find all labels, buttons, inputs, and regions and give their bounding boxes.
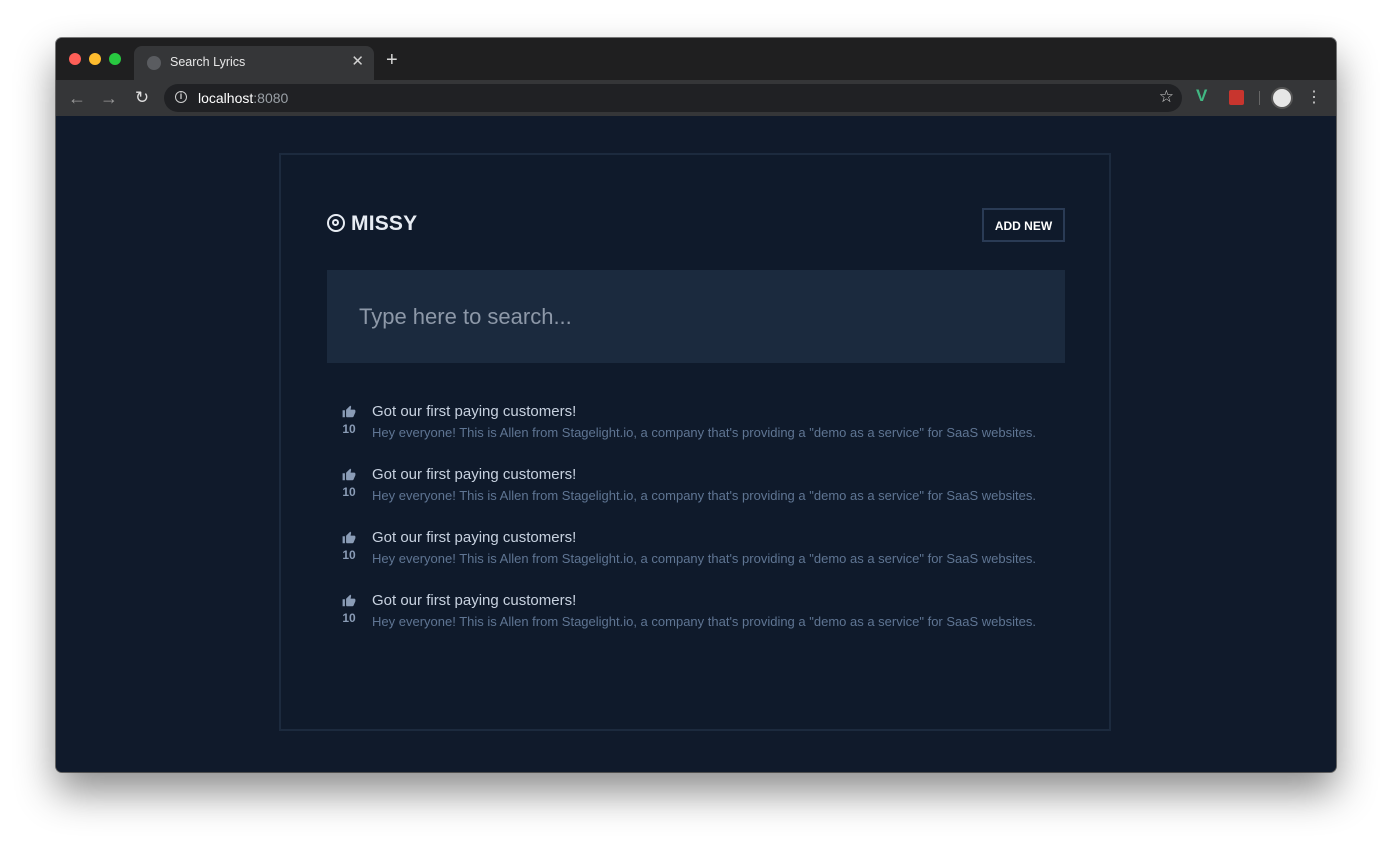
close-window-button[interactable]: [69, 53, 81, 65]
forward-arrow-icon[interactable]: →: [98, 87, 120, 109]
thumbs-up-icon[interactable]: [342, 405, 356, 419]
close-tab-icon[interactable]: ✕: [351, 53, 364, 71]
vote-count: 10: [342, 422, 356, 436]
vote-block[interactable]: 10: [341, 405, 357, 436]
info-icon[interactable]: i: [175, 91, 187, 103]
vote-count: 10: [342, 548, 356, 562]
item-title[interactable]: Got our first paying customers!: [372, 529, 576, 546]
reload-icon[interactable]: ↻: [131, 87, 153, 109]
page-viewport: MISSY ADD NEW 10 Got our first paying cu…: [56, 116, 1336, 772]
list-item[interactable]: 10 Got our first paying customers! Hey e…: [327, 403, 1065, 466]
bookmark-star-icon[interactable]: ☆: [1159, 87, 1174, 107]
vote-block[interactable]: 10: [341, 468, 357, 499]
thumbs-up-icon[interactable]: [342, 468, 356, 482]
minimize-window-button[interactable]: [89, 53, 101, 65]
more-menu-icon[interactable]: ⋮: [1306, 87, 1322, 109]
item-description: Hey everyone! This is Allen from Stageli…: [372, 425, 1036, 440]
tab-title: Search Lyrics: [170, 55, 246, 69]
brand-name: MISSY: [351, 212, 418, 235]
item-description: Hey everyone! This is Allen from Stageli…: [372, 614, 1036, 629]
item-description: Hey everyone! This is Allen from Stageli…: [372, 551, 1036, 566]
vote-block[interactable]: 10: [341, 594, 357, 625]
thumbs-up-icon[interactable]: [342, 594, 356, 608]
list-item[interactable]: 10 Got our first paying customers! Hey e…: [327, 466, 1065, 529]
new-tab-button[interactable]: +: [386, 50, 398, 70]
browser-window: Search Lyrics ✕ + ← → ↻ i localhost:8080…: [56, 38, 1336, 772]
maximize-window-button[interactable]: [109, 53, 121, 65]
vote-count: 10: [342, 485, 356, 499]
item-title[interactable]: Got our first paying customers!: [372, 466, 576, 483]
tab-bar: Search Lyrics ✕ +: [56, 38, 1336, 80]
url-text: localhost:8080: [198, 90, 288, 106]
add-new-button[interactable]: ADD NEW: [982, 208, 1065, 242]
list-item[interactable]: 10 Got our first paying customers! Hey e…: [327, 592, 1065, 655]
target-icon: [327, 214, 345, 232]
vote-block[interactable]: 10: [341, 531, 357, 562]
browser-toolbar: ← → ↻ i localhost:8080 ☆ V ⋮: [56, 80, 1336, 117]
item-description: Hey everyone! This is Allen from Stageli…: [372, 488, 1036, 503]
browser-tab[interactable]: Search Lyrics ✕: [134, 46, 374, 80]
toolbar-divider: [1259, 91, 1260, 105]
back-arrow-icon[interactable]: ←: [66, 87, 88, 109]
brand-logo: MISSY: [327, 212, 417, 236]
globe-icon: [147, 56, 161, 70]
extension-icon[interactable]: [1229, 90, 1244, 105]
list-item[interactable]: 10 Got our first paying customers! Hey e…: [327, 529, 1065, 592]
vote-count: 10: [342, 611, 356, 625]
main-card: MISSY ADD NEW 10 Got our first paying cu…: [279, 153, 1111, 731]
vue-devtools-extension-icon[interactable]: V: [1196, 86, 1207, 106]
thumbs-up-icon[interactable]: [342, 531, 356, 545]
address-bar[interactable]: i localhost:8080 ☆: [164, 84, 1182, 112]
url-host: localhost: [198, 90, 254, 106]
item-title[interactable]: Got our first paying customers!: [372, 592, 576, 609]
results-list: 10 Got our first paying customers! Hey e…: [327, 403, 1065, 655]
item-title[interactable]: Got our first paying customers!: [372, 403, 576, 420]
url-port: :8080: [253, 90, 289, 106]
search-input[interactable]: [327, 270, 1065, 363]
profile-avatar[interactable]: [1271, 87, 1293, 109]
